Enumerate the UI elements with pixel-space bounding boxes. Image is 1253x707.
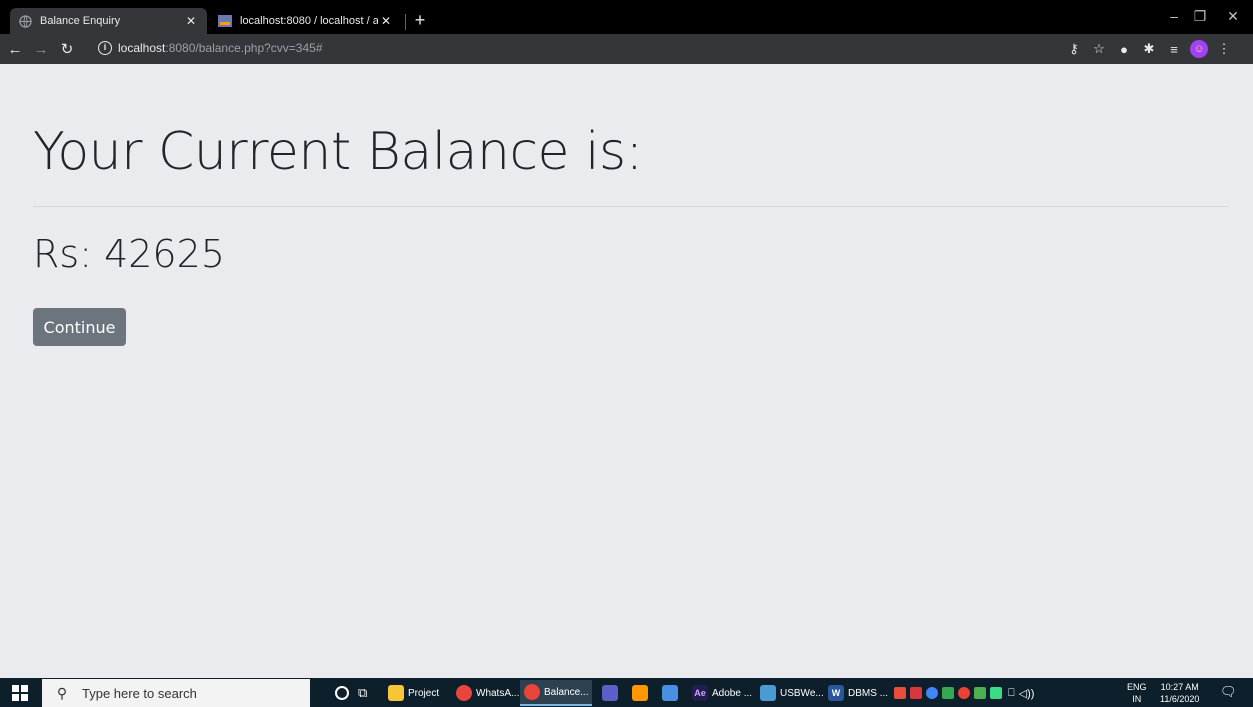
key-icon[interactable]: ⚷ bbox=[1063, 38, 1085, 60]
after-effects-icon: Ae bbox=[692, 685, 708, 701]
url-text[interactable]: localhost:8080/balance.php?cvv=345# bbox=[118, 41, 323, 55]
taskbar-item-sublime[interactable] bbox=[628, 680, 652, 706]
taskbar-clock[interactable]: 10:27 AM 11/6/2020 bbox=[1160, 681, 1199, 705]
document-icon bbox=[662, 685, 678, 701]
toolbar-actions: ⚷ ☆ ● ✱ ≡ ☺ ⋮ bbox=[1060, 38, 1235, 60]
taskbar-item-teams[interactable] bbox=[598, 680, 622, 706]
tray-app-icon[interactable] bbox=[910, 687, 922, 699]
kebab-menu-icon[interactable]: ⋮ bbox=[1213, 38, 1235, 60]
taskbar-item-project[interactable]: Project bbox=[384, 680, 439, 706]
taskbar-item-whatsapp[interactable]: WhatsA... bbox=[452, 680, 519, 706]
close-tab-icon[interactable]: ✕ bbox=[183, 13, 199, 29]
taskbar-item-document[interactable] bbox=[658, 680, 682, 706]
puzzle-icon[interactable]: ✱ bbox=[1138, 38, 1160, 60]
volume-icon[interactable]: ◁)) bbox=[1019, 687, 1035, 700]
star-icon[interactable]: ☆ bbox=[1088, 38, 1110, 60]
extension-globe-icon[interactable]: ● bbox=[1113, 38, 1135, 60]
profile-avatar[interactable]: ☺ bbox=[1188, 38, 1210, 60]
windows-start-icon[interactable] bbox=[12, 685, 28, 701]
search-placeholder: Type here to search bbox=[82, 685, 197, 701]
search-icon: ⚲ bbox=[56, 684, 68, 701]
address-bar[interactable]: i localhost:8080/balance.php?cvv=345# bbox=[92, 38, 1112, 60]
taskbar-item-adobe[interactable]: Ae Adobe ... bbox=[688, 680, 752, 706]
taskbar-item-dbms[interactable]: W DBMS ... bbox=[824, 680, 888, 706]
chrome-icon bbox=[524, 684, 540, 700]
language-indicator[interactable]: ENG IN bbox=[1127, 681, 1147, 705]
reload-icon[interactable]: ↻ bbox=[56, 38, 78, 60]
new-tab-button[interactable]: + bbox=[410, 10, 430, 30]
divider bbox=[33, 206, 1229, 207]
taskbar-search-box[interactable]: ⚲ Type here to search bbox=[42, 679, 310, 707]
sublime-icon bbox=[632, 685, 648, 701]
tray-app-icon[interactable] bbox=[990, 687, 1002, 699]
browser-tabstrip: Balance Enquiry ✕ localhost:8080 / local… bbox=[0, 0, 1253, 34]
globe-icon bbox=[18, 14, 32, 28]
tab-phpmyadmin[interactable]: localhost:8080 / localhost / atm ✕ bbox=[210, 8, 402, 34]
back-icon[interactable]: ← bbox=[4, 38, 26, 60]
tab-balance-enquiry[interactable]: Balance Enquiry ✕ bbox=[10, 8, 207, 34]
system-tray: ⎕ ◁)) bbox=[892, 680, 1034, 706]
phpmyadmin-icon bbox=[218, 14, 232, 28]
tab-title: Balance Enquiry bbox=[40, 15, 121, 27]
taskbar-item-balance[interactable]: Balance... bbox=[520, 680, 593, 706]
tray-app-icon[interactable] bbox=[926, 687, 938, 699]
info-icon[interactable]: i bbox=[98, 41, 112, 55]
notification-icon[interactable]: 🗨 bbox=[1220, 684, 1238, 702]
cortana-icon[interactable] bbox=[330, 680, 349, 706]
media-queue-icon[interactable]: ≡ bbox=[1163, 38, 1185, 60]
network-icon[interactable]: ⎕ bbox=[1008, 687, 1015, 700]
word-icon: W bbox=[828, 685, 844, 701]
page-content: Your Current Balance is: Rs: 42625 Conti… bbox=[0, 64, 1253, 678]
continue-button[interactable]: Continue bbox=[33, 308, 126, 346]
page-title: Your Current Balance is: bbox=[33, 122, 643, 182]
tray-app-icon[interactable] bbox=[974, 687, 986, 699]
forward-icon[interactable]: → bbox=[30, 38, 52, 60]
teams-icon bbox=[602, 685, 618, 701]
close-tab-icon[interactable]: ✕ bbox=[378, 13, 394, 29]
balance-amount: Rs: 42625 bbox=[33, 232, 225, 276]
tab-separator bbox=[405, 14, 406, 30]
folder-icon bbox=[388, 685, 404, 701]
usbwebserver-icon bbox=[760, 685, 776, 701]
tab-title: localhost:8080 / localhost / atm bbox=[240, 15, 378, 27]
tray-app-icon[interactable] bbox=[942, 687, 954, 699]
chrome-icon bbox=[456, 685, 472, 701]
close-window-icon[interactable]: ✕ bbox=[1213, 6, 1253, 26]
taskbar-item-usbwebserver[interactable]: USBWe... bbox=[756, 680, 824, 706]
tray-app-icon[interactable] bbox=[958, 687, 970, 699]
tray-app-icon[interactable] bbox=[894, 687, 906, 699]
task-view-icon[interactable]: ⧉ bbox=[358, 680, 367, 706]
